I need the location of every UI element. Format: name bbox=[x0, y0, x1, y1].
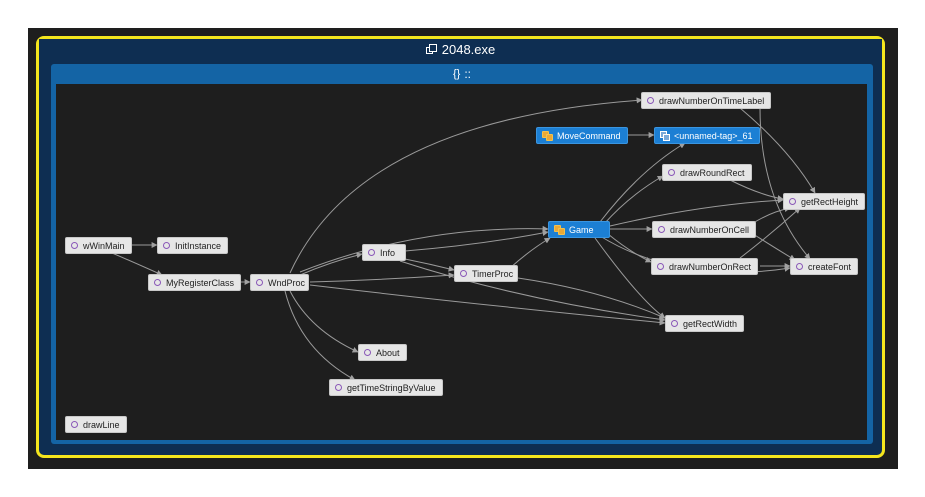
function-icon bbox=[71, 242, 78, 249]
class-icon bbox=[542, 131, 553, 141]
function-icon bbox=[71, 421, 78, 428]
node-label: drawNumberOnCell bbox=[670, 224, 750, 235]
node-label: getTimeStringByValue bbox=[347, 382, 436, 393]
assembly-title: 2048.exe bbox=[441, 41, 496, 57]
function-icon bbox=[657, 263, 664, 270]
namespace-title: :: bbox=[464, 67, 472, 81]
function-icon bbox=[796, 263, 803, 270]
node-createfont[interactable]: createFont bbox=[790, 258, 859, 275]
node-initinstance[interactable]: InitInstance bbox=[157, 237, 229, 254]
node-label: drawLine bbox=[83, 419, 120, 430]
namespace-header[interactable]: {} :: bbox=[51, 64, 873, 84]
function-icon bbox=[658, 226, 665, 233]
node-label: TimerProc bbox=[472, 268, 514, 279]
assembly-header[interactable]: 2048.exe bbox=[39, 39, 882, 59]
node-myregisterclass[interactable]: MyRegisterClass bbox=[148, 274, 242, 291]
node-about[interactable]: About bbox=[358, 344, 407, 361]
node-drawroundrect[interactable]: drawRoundRect bbox=[662, 164, 752, 181]
function-icon bbox=[256, 279, 263, 286]
function-icon bbox=[460, 270, 467, 277]
node-wndproc[interactable]: WndProc bbox=[250, 274, 309, 291]
function-icon bbox=[368, 249, 375, 256]
node-drawnumberonrect[interactable]: drawNumberOnRect bbox=[651, 258, 759, 275]
node-label: Game bbox=[569, 224, 594, 235]
node-label: getRectWidth bbox=[683, 318, 738, 329]
node-label: InitInstance bbox=[175, 240, 222, 251]
node-getrectheight[interactable]: getRectHeight bbox=[783, 193, 866, 210]
node-game[interactable]: Game bbox=[548, 221, 610, 238]
node-label: MyRegisterClass bbox=[166, 277, 235, 288]
function-icon bbox=[364, 349, 371, 356]
function-icon bbox=[789, 198, 796, 205]
function-icon bbox=[154, 279, 161, 286]
node-label: MoveCommand bbox=[557, 130, 621, 141]
node-drawnumberoncell[interactable]: drawNumberOnCell bbox=[652, 221, 757, 238]
node-label: createFont bbox=[808, 261, 852, 272]
node-drawnumberontimelabel[interactable]: drawNumberOnTimeLabel bbox=[641, 92, 772, 109]
node-label: drawNumberOnTimeLabel bbox=[659, 95, 765, 106]
namespace-braces-icon: {} bbox=[452, 68, 461, 80]
function-icon bbox=[335, 384, 342, 391]
function-icon bbox=[647, 97, 654, 104]
node-label: <unnamed-tag>_61 bbox=[674, 130, 753, 141]
node-label: drawNumberOnRect bbox=[669, 261, 752, 272]
node-label: About bbox=[376, 347, 400, 358]
node-label: wWinMain bbox=[83, 240, 125, 251]
node-label: WndProc bbox=[268, 277, 306, 288]
node-info[interactable]: Info bbox=[362, 244, 406, 261]
node-gettimestringbyvalue[interactable]: getTimeStringByValue bbox=[329, 379, 443, 396]
function-icon bbox=[163, 242, 170, 249]
node-unnamed-tag[interactable]: <unnamed-tag>_61 bbox=[654, 127, 760, 144]
node-timerproc[interactable]: TimerProc bbox=[454, 265, 518, 282]
node-movecommand[interactable]: MoveCommand bbox=[536, 127, 628, 144]
node-wwinmain[interactable]: wWinMain bbox=[65, 237, 132, 254]
class-icon bbox=[554, 225, 565, 235]
assembly-icon bbox=[425, 43, 437, 55]
node-label: Info bbox=[380, 247, 396, 258]
node-drawline[interactable]: drawLine bbox=[65, 416, 127, 433]
function-icon bbox=[668, 169, 675, 176]
node-label: drawRoundRect bbox=[680, 167, 745, 178]
node-getrectwidth[interactable]: getRectWidth bbox=[665, 315, 745, 332]
node-label: getRectHeight bbox=[801, 196, 859, 207]
struct-icon bbox=[660, 131, 670, 141]
function-icon bbox=[671, 320, 678, 327]
